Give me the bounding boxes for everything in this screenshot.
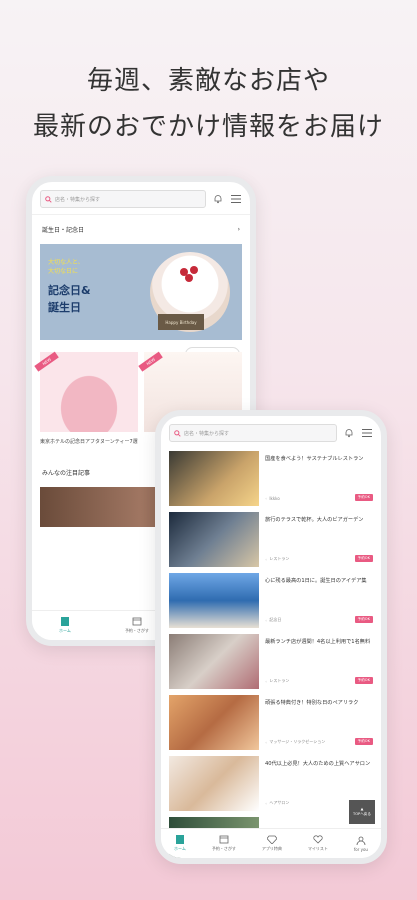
diamond-icon [266, 835, 277, 844]
birthday-plate: Happy Birthday [158, 314, 204, 330]
menu-icon[interactable] [230, 193, 242, 205]
tab-reserve-search[interactable]: 予約・さがす [212, 835, 236, 852]
scroll-to-top-button[interactable]: ▲ TOPへ戻る [349, 800, 375, 824]
article-title: 最新ランチ店が週間！4名以上利用で1名無料 [265, 639, 371, 645]
bell-icon[interactable] [212, 193, 224, 205]
article-thumbnail [169, 512, 259, 567]
phone-front: 店名・特集から探す 国産を食べよう！サステナブルレストラン ◦ Ikkko 予約O… [155, 410, 387, 864]
top-bar: 店名・特集から探す [32, 182, 250, 214]
search-icon [174, 429, 181, 437]
article-meta: ◦ 記念日 [265, 617, 282, 623]
chevron-right-icon: › [237, 226, 240, 233]
pin-icon: ◦ [265, 556, 268, 562]
pin-icon: ◦ [265, 678, 268, 684]
article-thumbnail [169, 756, 259, 811]
person-icon [356, 836, 366, 845]
bell-icon[interactable] [343, 427, 355, 439]
article-title: 心に残る最高の1日に。誕生日のアイデア集 [265, 578, 367, 584]
tab-bar: ホーム 予約・さがす アプリ特典 マイリスト for you [161, 828, 381, 858]
search-placeholder: 店名・特集から探す [184, 430, 230, 437]
book-icon [60, 617, 69, 626]
search-icon [45, 195, 52, 203]
tab-reserve-search[interactable]: 予約・さがす [125, 617, 149, 634]
search-input[interactable]: 店名・特集から探す [40, 190, 206, 208]
tab-for-you[interactable]: for you [354, 836, 368, 852]
pin-icon: ◦ [265, 739, 268, 745]
new-badge: NEW [34, 351, 60, 372]
article-card-image: NEW [34, 351, 138, 432]
list-item[interactable]: 最新ランチ店が週間！4名以上利用で1名無料 ◦ レストラン 予約OK [169, 631, 373, 692]
banner-title: 記念日& 誕生日 [48, 284, 91, 314]
search-input[interactable]: 店名・特集から探す [169, 424, 337, 442]
article-card-title: 東京ホテルの記念日アフタヌーンティー7選 [40, 439, 138, 445]
article-thumbnail [169, 573, 259, 628]
article-thumbnail [169, 451, 259, 506]
article-meta: ◦ レストラン [265, 556, 290, 562]
article-title: 国産を食べよう！サステナブルレストラン [265, 456, 364, 462]
book-icon [175, 835, 184, 844]
anniversary-banner[interactable]: 大切な人と、 大切な日に 記念日& 誕生日 Happy Birthday [40, 244, 242, 340]
list-item[interactable]: 40代以上必見！大人のための上質ヘアサロン ◦ ヘアサロン [169, 753, 373, 814]
article-meta: ◦ ヘアサロン [265, 800, 290, 806]
calendar-icon [219, 835, 229, 844]
headline: 毎週、素敵なお店や 最新のおでかけ情報をお届け [0, 58, 417, 150]
search-placeholder: 店名・特集から探す [55, 196, 101, 203]
article-meta: ◦ Ikkko [265, 496, 280, 501]
list-item[interactable]: 心に残る最高の1日に。誕生日のアイデア集 ◦ 記念日 予約OK [169, 570, 373, 631]
pin-icon: ◦ [265, 617, 268, 623]
article-thumbnail [169, 695, 259, 750]
pin-icon: ◦ [265, 800, 268, 806]
tab-home[interactable]: ホーム [59, 617, 71, 634]
status-badge: 予約OK [354, 494, 373, 501]
article-title: 40代以上必見！大人のための上質ヘアサロン [265, 761, 371, 767]
heart-icon [313, 835, 323, 844]
tab-app-benefit[interactable]: アプリ特典 [262, 835, 282, 852]
article-list: 国産を食べよう！サステナブルレストラン ◦ Ikkko 予約OK 旅行のテラスで乾… [161, 448, 381, 858]
status-badge: 予約OK [354, 555, 373, 562]
tab-home[interactable]: ホーム [174, 835, 186, 852]
article-meta: ◦ レストラン [265, 678, 290, 684]
article-title: 旅行のテラスで乾杯。大人のビアガーデン [265, 517, 364, 523]
section-header-anniversary[interactable]: 誕生日・記念日 › [32, 214, 250, 240]
banner-caption: 大切な人と、 大切な日に [48, 259, 84, 275]
headline-line-2: 最新のおでかけ情報をお届け [32, 112, 384, 142]
headline-line-1: 毎週、素敵なお店や [86, 66, 330, 96]
pin-icon: ◦ [265, 496, 268, 501]
tab-mylist[interactable]: マイリスト [308, 835, 328, 852]
section-title: 誕生日・記念日 [42, 227, 85, 234]
calendar-icon [132, 617, 142, 626]
top-bar: 店名・特集から探す [161, 416, 381, 448]
status-badge: 予約OK [354, 738, 373, 745]
new-badge: NEW [138, 351, 164, 372]
list-item[interactable]: 旅行のテラスで乾杯。大人のビアガーデン ◦ レストラン 予約OK [169, 509, 373, 570]
status-badge: 予約OK [354, 677, 373, 684]
article-title: 頑張る特典付き！特別な日のペアリラク [265, 700, 359, 706]
list-item[interactable]: 国産を食べよう！サステナブルレストラン ◦ Ikkko 予約OK [169, 448, 373, 509]
chevron-up-icon: ▲ [360, 807, 364, 811]
article-card[interactable]: NEW 東京ホテルの記念日アフタヌーンティー7選 [34, 351, 138, 446]
article-thumbnail [169, 634, 259, 689]
list-item[interactable]: 頑張る特典付き！特別な日のペアリラク ◦ マッサージ・リラクゼーション 予約OK [169, 692, 373, 753]
menu-icon[interactable] [361, 427, 373, 439]
status-badge: 予約OK [354, 616, 373, 623]
article-meta: ◦ マッサージ・リラクゼーション [265, 739, 326, 745]
